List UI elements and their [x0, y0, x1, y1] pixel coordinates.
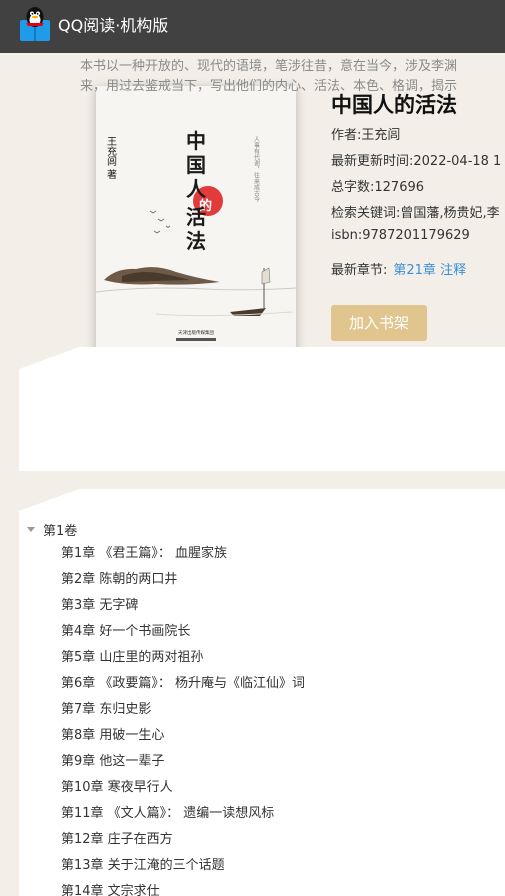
- caret-down-icon: [27, 527, 35, 532]
- chapter-item[interactable]: 第9章 他这一辈子: [61, 749, 305, 775]
- chapter-item[interactable]: 第11章 《文人篇》： 遗编一读想风标: [61, 801, 305, 827]
- book-cover[interactable]: 中 国 人 的 活 法 王充闾 著 人事有代谢，往来成古今 天津出版传媒集团: [96, 86, 296, 354]
- chapter-item[interactable]: 第5章 山庄里的两对祖孙: [61, 645, 305, 671]
- intro-line: 来，用过去鉴戒当下，写出他们的内心、活法、本色、格调，揭示: [80, 79, 458, 94]
- cover-title-char: 人: [186, 177, 207, 201]
- chapter-item[interactable]: 第13章 关于江淹的三个话题: [61, 853, 305, 879]
- chapter-item[interactable]: 第3章 无字碑: [61, 593, 305, 619]
- latest-chapter-label: 最新章节:: [331, 263, 388, 278]
- latest-chapter-link[interactable]: 第21章 注释: [393, 263, 466, 278]
- add-to-shelf-button[interactable]: 加入书架: [331, 305, 427, 341]
- chapter-item[interactable]: 第12章 庄子在西方: [61, 827, 305, 853]
- chapter-item[interactable]: 第8章 用破一生心: [61, 723, 305, 749]
- chapter-item[interactable]: 第10章 寒夜早行人: [61, 775, 305, 801]
- chapter-item[interactable]: 第4章 好一个书画院长: [61, 619, 305, 645]
- cover-title-char: 中: [186, 129, 206, 153]
- intro-line: 本书以一种开放的、现代的语境，笔涉往昔，意在当今，涉及李渊: [80, 59, 458, 74]
- volume-toggle[interactable]: 第1卷: [27, 520, 77, 539]
- cover-title-char: 活: [186, 205, 206, 229]
- cover-publisher: 天津出版传媒集团: [178, 329, 214, 336]
- chapter-item[interactable]: 第7章 东归史影: [61, 697, 305, 723]
- chapter-list: 第1章 《君王篇》： 血腥家族 第2章 陈朝的两口井 第3章 无字碑 第4章 好…: [61, 541, 305, 896]
- cover-title-char: 法: [186, 229, 206, 253]
- cover-title-char: 国: [186, 153, 206, 177]
- top-bar: QQ阅读·机构版: [0, 0, 505, 53]
- volume-label: 第1卷: [43, 524, 78, 539]
- cover-side-text: 人事有代谢，往来成古今: [253, 136, 260, 203]
- chapter-item[interactable]: 第2章 陈朝的两口井: [61, 567, 305, 593]
- qq-penguin-logo-icon[interactable]: [19, 6, 51, 42]
- book-keywords: 检索关键词:曾国藩,杨贵妃,李: [331, 206, 500, 221]
- book-updated-time: 最新更新时间:2022-04-18 1: [331, 154, 502, 169]
- book-author: 作者:王充闾: [331, 128, 401, 143]
- book-word-count: 总字数:127696: [331, 180, 425, 195]
- book-isbn: isbn:9787201179629: [331, 228, 470, 243]
- chapter-item[interactable]: 第14章 文宗求仕: [61, 879, 305, 896]
- cover-author: 王充闾 著: [105, 136, 117, 179]
- chapter-item[interactable]: 第1章 《君王篇》： 血腥家族: [61, 541, 305, 567]
- app-title: QQ阅读·机构版: [58, 16, 169, 35]
- latest-chapter-row: 最新章节: 第21章 注释: [331, 259, 466, 278]
- chapter-item[interactable]: 第6章 《政要篇》： 杨升庵与《临江仙》词: [61, 671, 305, 697]
- book-intro: 本书以一种开放的、现代的语境，笔涉往昔，意在当今，涉及李渊 来，用过去鉴戒当下，…: [80, 57, 486, 97]
- book-cover-art: 中 国 人 的 活 法 王充闾 著 人事有代谢，往来成古今 天津出版传媒集团: [96, 129, 296, 341]
- intro-card: [19, 347, 505, 471]
